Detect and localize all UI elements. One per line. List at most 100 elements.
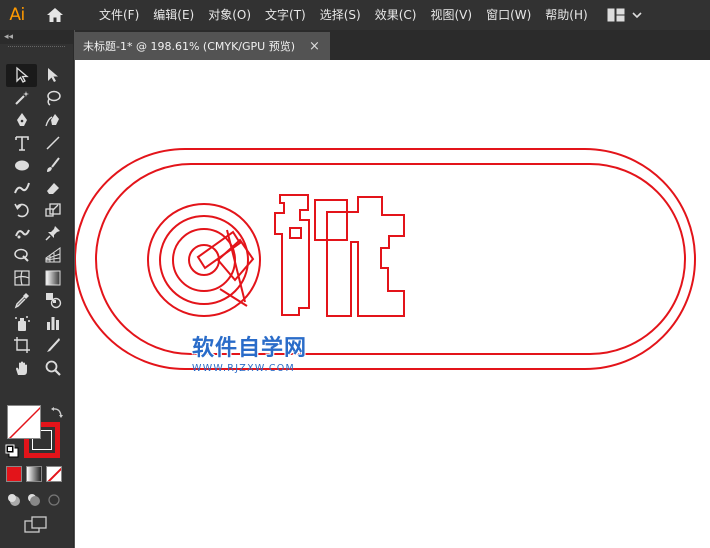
screen-mode-icon[interactable] xyxy=(24,516,48,534)
type-icon xyxy=(14,135,29,151)
glyph-right-outline xyxy=(314,196,405,317)
menu-list: 文件(F) 编辑(E) 对象(O) 文字(T) 选择(S) 效果(C) 视图(V… xyxy=(92,0,595,30)
blend-icon xyxy=(45,293,61,309)
zoom-tool[interactable] xyxy=(37,357,68,380)
workspace-switcher[interactable] xyxy=(603,0,647,30)
fill-color-swatch[interactable] xyxy=(7,405,41,439)
menu-file[interactable]: 文件(F) xyxy=(92,0,146,30)
selection-tool[interactable] xyxy=(6,64,37,87)
curvature-tool[interactable] xyxy=(37,109,68,132)
watermark-url: WWW.RJZXW.COM xyxy=(192,363,296,374)
draw-inside-button[interactable] xyxy=(46,492,62,508)
magic-wand-tool[interactable] xyxy=(6,87,37,110)
line-segment-icon xyxy=(45,136,60,150)
draw-behind-icon xyxy=(28,494,40,506)
document-tab-title: 未标题-1* @ 198.61% (CMYK/GPU 预览) xyxy=(83,40,295,53)
glyph-right-inner xyxy=(326,211,348,241)
chevron-down-icon xyxy=(632,12,642,19)
close-icon[interactable]: × xyxy=(309,39,320,54)
puppet-warp-tool[interactable] xyxy=(6,222,37,245)
menu-window[interactable]: 窗口(W) xyxy=(479,0,538,30)
magic-wand-icon xyxy=(14,90,29,105)
pen-tool[interactable] xyxy=(6,109,37,132)
menu-object[interactable]: 对象(O) xyxy=(201,0,258,30)
rotate-icon xyxy=(13,203,29,218)
menu-view[interactable]: 视图(V) xyxy=(423,0,479,30)
curvature-icon xyxy=(44,114,59,127)
app-logo: Ai xyxy=(9,5,25,25)
menu-help[interactable]: 帮助(H) xyxy=(538,0,594,30)
default-fill-stroke-icon[interactable] xyxy=(5,444,19,458)
paintbrush-tool[interactable] xyxy=(37,154,68,177)
free-transform-icon xyxy=(13,249,29,262)
panel-collapse-button[interactable]: ◂◂ xyxy=(0,30,73,44)
none-icon xyxy=(47,467,61,481)
gradient-tool[interactable] xyxy=(37,267,68,290)
inner-stadium-outline xyxy=(95,163,686,355)
shaper-tool[interactable] xyxy=(6,177,37,200)
symbol-sprayer-tool[interactable] xyxy=(6,312,37,335)
ellipse-icon xyxy=(14,160,29,171)
home-button[interactable] xyxy=(40,0,70,30)
menu-effect[interactable]: 效果(C) xyxy=(368,0,424,30)
free-transform-tool[interactable] xyxy=(6,244,37,267)
eraser-tool[interactable] xyxy=(37,177,68,200)
artboard-canvas[interactable]: 软件自学网 WWW.RJZXW.COM xyxy=(75,60,710,548)
menu-edit[interactable]: 编辑(E) xyxy=(146,0,201,30)
perspective-grid-icon xyxy=(45,247,60,263)
workspace-layout-icon xyxy=(607,8,625,22)
logo-artwork[interactable] xyxy=(75,60,710,548)
glyph-left-outline xyxy=(274,194,310,316)
line-segment-tool[interactable] xyxy=(37,132,68,155)
gradient-icon xyxy=(45,270,60,286)
eyedropper-icon xyxy=(14,293,29,309)
perspective-grid-tool[interactable] xyxy=(37,244,68,267)
draw-normal-icon xyxy=(8,494,20,506)
glyph-left-notch xyxy=(289,227,302,239)
rotate-tool[interactable] xyxy=(6,199,37,222)
draw-normal-button[interactable] xyxy=(6,492,22,508)
zoom-icon xyxy=(45,360,61,376)
eyedropper-tool[interactable] xyxy=(6,289,37,312)
panel-grip[interactable] xyxy=(8,46,65,54)
pin-tool[interactable] xyxy=(37,222,68,245)
scale-tool[interactable] xyxy=(37,199,68,222)
direct-selection-icon xyxy=(47,68,58,83)
artboard-tool[interactable] xyxy=(6,334,37,357)
mesh-icon xyxy=(13,270,30,286)
lasso-icon xyxy=(46,90,61,106)
color-mode-button[interactable] xyxy=(6,466,22,482)
pen-icon xyxy=(16,113,27,127)
pin-icon xyxy=(44,225,60,241)
direct-selection-tool[interactable] xyxy=(37,64,68,87)
none-mode-button[interactable] xyxy=(46,466,62,482)
ellipse-tool[interactable] xyxy=(6,154,37,177)
gradient-mode-button[interactable] xyxy=(26,466,42,482)
document-tab[interactable]: 未标题-1* @ 198.61% (CMYK/GPU 预览) × xyxy=(75,32,330,60)
hand-tool[interactable] xyxy=(6,357,37,380)
menu-type[interactable]: 文字(T) xyxy=(258,0,313,30)
puppet-warp-icon xyxy=(14,229,30,239)
type-tool[interactable] xyxy=(6,132,37,155)
artboard-icon xyxy=(13,337,30,354)
menu-select[interactable]: 选择(S) xyxy=(313,0,368,30)
tool-grid xyxy=(6,64,68,379)
eraser-icon xyxy=(46,182,59,194)
draw-behind-button[interactable] xyxy=(26,492,42,508)
hand-icon xyxy=(15,361,27,375)
slice-tool[interactable] xyxy=(37,334,68,357)
drawing-mode-row xyxy=(6,492,62,508)
blend-tool[interactable] xyxy=(37,289,68,312)
selection-icon xyxy=(15,66,29,84)
mesh-tool[interactable] xyxy=(6,267,37,290)
swap-fill-stroke-icon[interactable] xyxy=(50,405,64,419)
tools-panel: ◂◂ xyxy=(0,30,74,548)
lasso-tool[interactable] xyxy=(37,87,68,110)
column-graph-tool[interactable] xyxy=(37,312,68,335)
draw-inside-icon xyxy=(48,494,60,506)
target-outer-circle xyxy=(147,203,261,317)
shaper-icon xyxy=(13,182,30,194)
outer-stadium-outline xyxy=(75,148,696,370)
document-tab-bar: 未标题-1* @ 198.61% (CMYK/GPU 预览) × xyxy=(75,30,710,60)
watermark-title: 软件自学网 xyxy=(192,336,308,361)
